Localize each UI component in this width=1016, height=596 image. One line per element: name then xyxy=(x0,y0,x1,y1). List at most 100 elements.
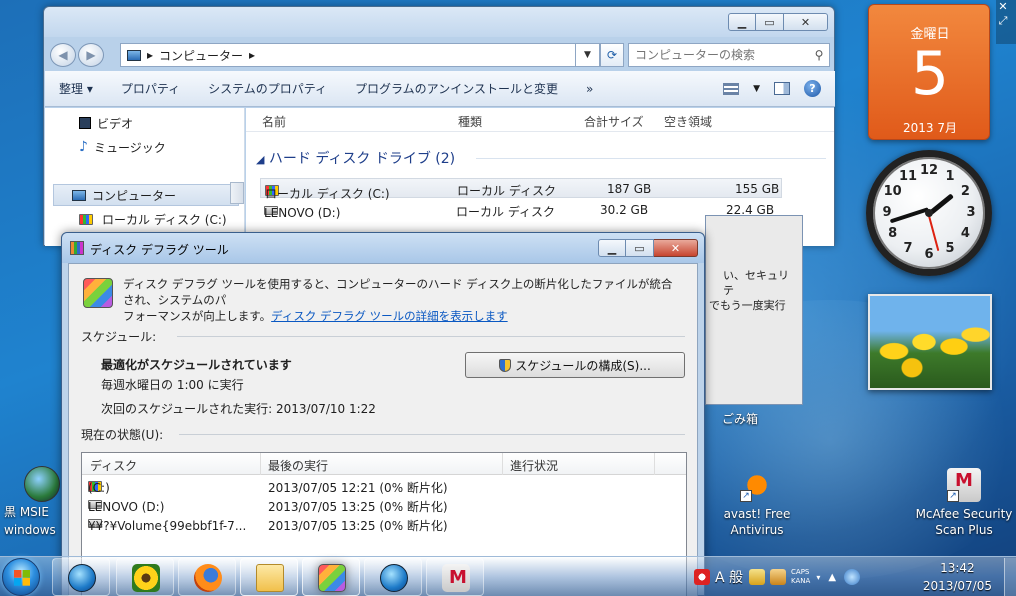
system-properties-button[interactable]: システムのプロパティ xyxy=(194,80,341,97)
show-desktop-button[interactable] xyxy=(1004,558,1016,596)
defrag-titlebar[interactable]: ディスク デフラグ ツール ▁ ▭ ✕ xyxy=(62,233,704,263)
column-disk[interactable]: ディスク xyxy=(90,457,137,474)
desktop-icon-label-left[interactable]: 黒 MSIE windows xyxy=(4,503,56,539)
navigation-bar: ◀ ▶ ▸ コンピューター ▸ ▼ ⟳ ⚲ xyxy=(50,41,830,69)
nav-item-video[interactable]: ビデオ xyxy=(79,112,244,134)
close-button[interactable]: ✕ xyxy=(784,13,828,31)
clock-number: 5 xyxy=(945,241,955,257)
recycle-bin-label[interactable]: ごみ箱 xyxy=(722,410,758,427)
help-icon[interactable]: ? xyxy=(804,80,821,97)
table-row[interactable]: (C:) 2013/07/05 12:21 (0% 断片化) xyxy=(82,477,686,496)
minimize-button[interactable]: ▁ xyxy=(598,239,626,257)
column-name[interactable]: 名前 xyxy=(262,113,286,130)
defrag-window: ディスク デフラグ ツール ▁ ▭ ✕ ディスク デフラグ ツールを使用すると、… xyxy=(61,232,705,596)
arrow-right-icon: ▶ xyxy=(86,48,96,62)
explorer-titlebar[interactable]: ▁ ▭ ✕ xyxy=(44,7,834,37)
drive-type: ローカル ディスク xyxy=(456,205,555,219)
defrag-icon xyxy=(318,564,346,592)
maximize-button[interactable]: ▭ xyxy=(626,239,654,257)
address-dropdown-button[interactable]: ▼ xyxy=(576,43,600,67)
chevron-right-icon[interactable]: ▸ xyxy=(147,48,153,62)
clock-gadget[interactable]: 12 1 2 3 4 5 6 7 8 9 10 11 xyxy=(866,150,992,276)
taskbar-clock[interactable]: 13:42 2013/07/05 xyxy=(923,559,1016,595)
group-header[interactable]: ◢ ハード ディスク ドライブ (2) xyxy=(256,148,455,168)
nav-item-computer[interactable]: コンピューター xyxy=(53,184,239,206)
drive-row-d[interactable]: LENOVO (D:) ローカル ディスク 30.2 GB 22.4 GB xyxy=(260,200,782,220)
column-total-size[interactable]: 合計サイズ xyxy=(584,113,644,130)
resize-icon[interactable]: ⤢ xyxy=(996,14,1010,28)
start-button[interactable] xyxy=(2,558,40,596)
nav-item-music[interactable]: ♪ ミュージック xyxy=(79,136,244,158)
chevron-up-icon[interactable]: ▲ xyxy=(828,572,836,583)
chevron-down-icon[interactable]: ▼ xyxy=(753,84,760,94)
breadcrumb-item[interactable]: コンピューター xyxy=(159,47,243,64)
column-separator[interactable] xyxy=(502,453,503,475)
computer-icon xyxy=(72,189,86,201)
search-input[interactable] xyxy=(635,48,805,62)
more-commands-button[interactable]: » xyxy=(572,82,607,96)
internet-explorer-icon xyxy=(68,564,96,592)
globe-icon[interactable] xyxy=(24,466,60,502)
preview-pane-icon[interactable] xyxy=(774,82,790,95)
slideshow-gadget[interactable] xyxy=(868,294,992,390)
column-last-run[interactable]: 最後の実行 xyxy=(268,457,328,474)
network-icon[interactable] xyxy=(844,569,861,585)
taskbar-button-explorer[interactable] xyxy=(240,558,298,596)
taskbar-button-photo[interactable] xyxy=(116,558,174,596)
desktop-icon-avast[interactable]: ↗ avast! Free Antivirus xyxy=(712,468,802,538)
taskbar-button-mcafee[interactable] xyxy=(426,558,484,596)
view-options-icon[interactable] xyxy=(723,82,740,95)
uninstall-program-button[interactable]: プログラムのアンインストールと変更 xyxy=(341,80,572,97)
table-row[interactable]: LENOVO (D:) 2013/07/05 13:25 (0% 断片化) xyxy=(82,496,686,515)
minimize-button[interactable]: ▁ xyxy=(728,13,756,31)
desktop-icon-mcafee[interactable]: ↗ McAfee Security Scan Plus xyxy=(914,468,1014,538)
maximize-button[interactable]: ▭ xyxy=(756,13,784,31)
drive-row-c[interactable]: ローカル ディスク (C:) ローカル ディスク 187 GB 155 GB xyxy=(260,178,782,201)
drive-type: ローカル ディスク xyxy=(457,184,556,198)
chevron-down-icon[interactable]: ▾ xyxy=(816,573,820,582)
window-controls: ▁ ▭ ✕ xyxy=(598,239,698,257)
column-separator[interactable] xyxy=(654,453,655,475)
table-row[interactable]: ¥¥?¥Volume{99ebbf1f-7... 2013/07/05 13:2… xyxy=(82,515,686,534)
column-free-space[interactable]: 空き領域 xyxy=(664,113,712,130)
clock-number: 12 xyxy=(919,163,939,178)
column-type[interactable]: 種類 xyxy=(458,113,482,130)
ime-toolbar-icon[interactable] xyxy=(749,569,766,585)
clock-number: 4 xyxy=(960,226,970,241)
taskbar-button-firefox[interactable] xyxy=(178,558,236,596)
taskbar-button-ie2[interactable] xyxy=(364,558,422,596)
chevron-right-icon[interactable]: ▸ xyxy=(249,48,255,62)
learn-more-link[interactable]: ディスク デフラグ ツールの詳細を表示します xyxy=(271,309,508,323)
mcafee-icon: ↗ xyxy=(947,468,981,502)
clock-second-hand xyxy=(927,212,940,252)
close-button[interactable]: ✕ xyxy=(654,239,698,257)
organize-menu[interactable]: 整理 ▾ xyxy=(45,80,107,97)
address-bar[interactable]: ▸ コンピューター ▸ xyxy=(120,43,576,67)
taskbar-button-ie[interactable] xyxy=(52,558,110,596)
ime-pad-icon[interactable] xyxy=(694,569,710,585)
ime-mode-indicator[interactable]: A 般 xyxy=(715,567,743,587)
ime-options-icon[interactable] xyxy=(770,569,787,585)
back-button[interactable]: ◀ xyxy=(50,43,76,67)
column-separator[interactable] xyxy=(260,453,261,475)
firefox-icon xyxy=(194,564,222,592)
refresh-button[interactable]: ⟳ xyxy=(600,43,624,67)
clock-number: 2 xyxy=(960,184,970,199)
forward-button[interactable]: ▶ xyxy=(78,43,104,67)
configure-schedule-button[interactable]: スケジュールの構成(S)... xyxy=(465,352,685,378)
column-progress[interactable]: 進行状況 xyxy=(510,457,558,474)
folder-icon xyxy=(256,564,284,592)
calendar-gadget[interactable]: 金曜日 5 2013 7月 xyxy=(868,4,990,140)
scrollbar-thumb[interactable] xyxy=(230,182,244,204)
taskbar-button-defrag[interactable] xyxy=(302,558,360,596)
properties-button[interactable]: プロパティ xyxy=(107,80,194,97)
close-icon[interactable]: ✕ xyxy=(996,0,1010,14)
defrag-icon xyxy=(83,278,113,308)
chevron-down-icon: ▼ xyxy=(584,50,591,60)
schedule-frequency: 毎週水曜日の 1:00 に実行 xyxy=(101,378,244,392)
nav-item-local-disk-c[interactable]: ローカル ディスク (C:) xyxy=(79,208,244,230)
defrag-body: ディスク デフラグ ツールを使用すると、コンピューターのハード ディスク上の断片… xyxy=(68,263,698,596)
view-tools: ▼ ? xyxy=(723,80,835,97)
description: ディスク デフラグ ツールを使用すると、コンピューターのハード ディスク上の断片… xyxy=(123,277,673,323)
search-icon[interactable]: ⚲ xyxy=(809,48,829,62)
